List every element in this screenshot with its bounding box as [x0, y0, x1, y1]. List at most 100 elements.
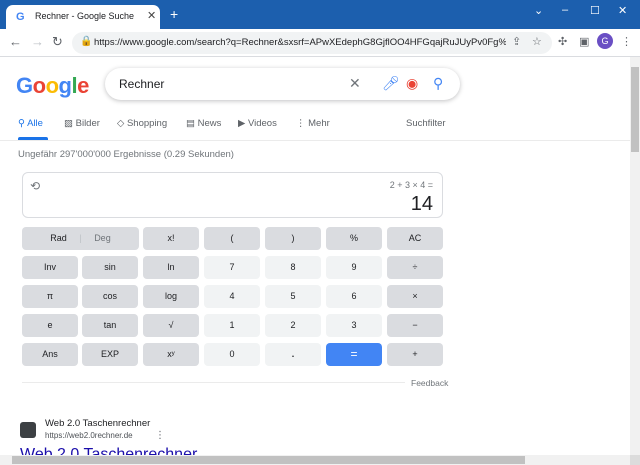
tab-close-icon[interactable]: ✕ [147, 9, 156, 22]
search-icon[interactable]: ⚲ [433, 75, 443, 92]
digit-6-button[interactable]: 6 [326, 285, 382, 308]
deg-label[interactable]: Deg [94, 233, 111, 243]
vertical-scroll-thumb[interactable] [631, 67, 639, 152]
digit-9-button[interactable]: 9 [326, 256, 382, 279]
menu-dots-icon[interactable]: ⋮ [621, 35, 632, 48]
url-text[interactable]: https://www.google.com/search?q=Rechner&… [94, 37, 506, 48]
clear-icon[interactable]: ✕ [349, 75, 361, 92]
google-logo[interactable]: Google [16, 73, 89, 99]
logo-letter: G [16, 73, 33, 98]
profile-avatar[interactable]: G [597, 33, 613, 49]
inverse-button[interactable]: Inv [22, 256, 78, 279]
history-icon[interactable]: ⟲ [30, 179, 40, 193]
subtract-button[interactable]: − [387, 314, 443, 337]
tab-alle[interactable]: ⚲ Alle [18, 118, 43, 129]
side-panel-icon[interactable]: ▣ [579, 35, 589, 48]
feedback-divider [22, 382, 405, 383]
minimize-icon[interactable]: – [562, 4, 568, 16]
tab-bilder[interactable]: ▨ Bilder [64, 118, 100, 129]
tab-title: Rechner - Google Suche [35, 11, 135, 21]
equals-button[interactable]: = [326, 343, 382, 366]
digit-8-button[interactable]: 8 [265, 256, 321, 279]
logo-letter: g [58, 73, 72, 98]
tab-news[interactable]: ▤ News [186, 118, 221, 129]
rad-deg-toggle[interactable]: Rad | Deg [22, 227, 139, 250]
google-favicon-icon: G [16, 11, 25, 23]
maximize-icon[interactable]: ☐ [590, 4, 600, 17]
calculator-result: 14 [410, 193, 433, 215]
all-clear-button[interactable]: AC [387, 227, 443, 250]
decimal-button[interactable]: . [265, 343, 321, 366]
play-icon: ▶ [238, 118, 246, 129]
result-site-name[interactable]: Web 2.0 Taschenrechner [45, 418, 150, 429]
tab-videos[interactable]: ▶ Videos [238, 118, 277, 129]
logo-letter: o [32, 73, 46, 98]
vertical-scrollbar[interactable] [630, 57, 640, 455]
feedback-link[interactable]: Feedback [411, 378, 448, 388]
logo-letter: o [45, 73, 59, 98]
exp-button[interactable]: EXP [82, 343, 138, 366]
digit-3-button[interactable]: 3 [326, 314, 382, 337]
bookmark-star-icon[interactable]: ☆ [532, 35, 542, 48]
tab-label: Alle [27, 118, 43, 129]
search-icon: ⚲ [18, 118, 25, 129]
digit-2-button[interactable]: 2 [265, 314, 321, 337]
lock-icon[interactable]: 🔒 [80, 36, 92, 47]
browser-toolbar: ← → ↻ 🔒 https://www.google.com/search?q=… [0, 29, 640, 57]
digit-5-button[interactable]: 5 [265, 285, 321, 308]
tab-search-icon[interactable]: ⌄ [534, 4, 543, 17]
answer-button[interactable]: Ans [22, 343, 78, 366]
search-filter-button[interactable]: Suchfilter [406, 118, 446, 129]
browser-tab[interactable]: G Rechner - Google Suche ✕ [6, 5, 160, 29]
pi-button[interactable]: π [22, 285, 78, 308]
new-tab-button[interactable]: + [170, 7, 178, 21]
browser-titlebar: G Rechner - Google Suche ✕ + ⌄ – ☐ ✕ [0, 0, 640, 29]
ln-button[interactable]: ln [143, 256, 199, 279]
search-box[interactable]: Rechner ✕ 🎤︎ ◉ ⚲ [105, 68, 460, 100]
rad-deg-separator: | [79, 233, 82, 243]
extensions-puzzle-icon[interactable]: ✣ [558, 35, 567, 48]
factorial-button[interactable]: x! [143, 227, 199, 250]
address-bar[interactable]: 🔒 https://www.google.com/search?q=Rechne… [72, 32, 552, 54]
horizontal-scroll-thumb[interactable] [12, 456, 525, 464]
add-button[interactable]: + [387, 343, 443, 366]
share-icon[interactable]: ⇪ [512, 35, 521, 48]
digit-1-button[interactable]: 1 [204, 314, 260, 337]
close-paren-button[interactable]: ) [265, 227, 321, 250]
digit-4-button[interactable]: 4 [204, 285, 260, 308]
tab-shopping[interactable]: ◇ Shopping [117, 118, 167, 129]
tab-label: Bilder [75, 118, 100, 129]
log-button[interactable]: log [143, 285, 199, 308]
result-more-options-icon[interactable]: ⋮ [155, 430, 165, 441]
tab-label: News [197, 118, 222, 129]
reload-icon[interactable]: ↻ [52, 34, 63, 50]
back-arrow-icon[interactable]: ← [9, 34, 22, 50]
result-url[interactable]: https://web2.0rechner.de [45, 431, 133, 440]
cos-button[interactable]: cos [82, 285, 138, 308]
camera-lens-icon[interactable]: ◉ [406, 75, 418, 92]
digit-7-button[interactable]: 7 [204, 256, 260, 279]
percent-button[interactable]: % [326, 227, 382, 250]
forward-arrow-icon[interactable]: → [31, 34, 44, 50]
power-button[interactable]: xʸ [143, 343, 199, 366]
rad-label[interactable]: Rad [50, 233, 67, 243]
euler-button[interactable]: e [22, 314, 78, 337]
sin-button[interactable]: sin [82, 256, 138, 279]
tab-mehr[interactable]: ⋮ Mehr [296, 118, 330, 129]
scrollbar-corner [630, 455, 640, 465]
result-stats: Ungefähr 297'000'000 Ergebnisse (0.29 Se… [18, 149, 234, 160]
sqrt-button[interactable]: √ [143, 314, 199, 337]
open-paren-button[interactable]: ( [204, 227, 260, 250]
window-close-icon[interactable]: ✕ [618, 4, 627, 17]
calculator-display: ⟲ 2 + 3 × 4 = 14 [22, 172, 443, 218]
tan-button[interactable]: tan [82, 314, 138, 337]
digit-0-button[interactable]: 0 [204, 343, 260, 366]
horizontal-scrollbar[interactable] [0, 455, 630, 465]
microphone-icon[interactable]: 🎤︎ [382, 75, 400, 92]
divide-button[interactable]: ÷ [387, 256, 443, 279]
tab-label: Shopping [126, 118, 168, 129]
search-input[interactable]: Rechner [119, 77, 164, 91]
logo-letter: e [77, 73, 89, 98]
multiply-button[interactable]: × [387, 285, 443, 308]
site-favicon-icon [20, 422, 36, 438]
